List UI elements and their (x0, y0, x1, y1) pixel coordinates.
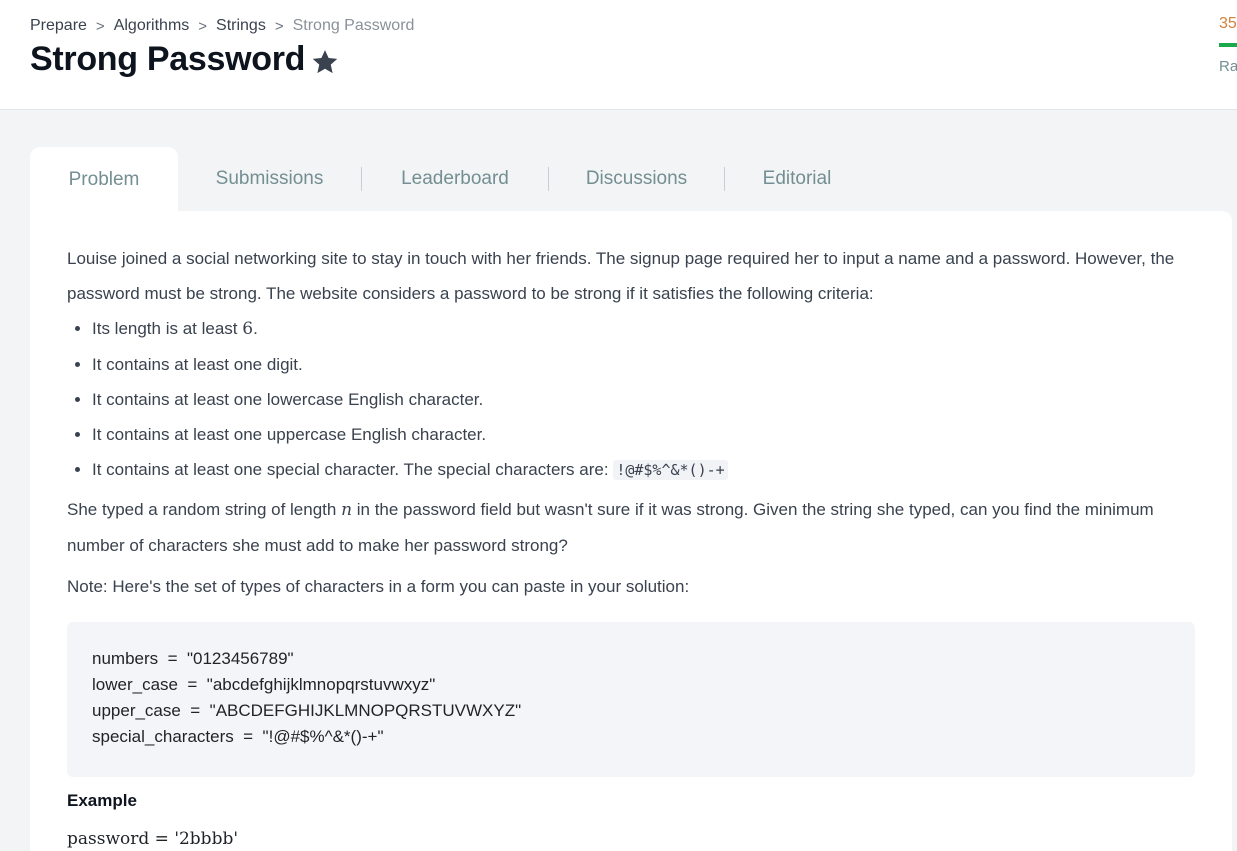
problem-card: Louise joined a social networking site t… (30, 211, 1232, 851)
tab-problem[interactable]: Problem (30, 147, 178, 211)
criteria-item: It contains at least one digit. (92, 347, 1197, 382)
tab-leaderboard[interactable]: Leaderboard (362, 147, 548, 211)
code-line: special_characters = "!@#$%^&*()-+" (92, 727, 384, 746)
min-length-value: 6 (242, 319, 254, 339)
breadcrumb-separator: > (95, 17, 105, 35)
score-label: Ra (1219, 58, 1237, 75)
special-chars-code: !@#$%^&*()-+ (613, 460, 728, 480)
criteria-list: Its length is at least 6. It contains at… (67, 311, 1197, 488)
problem-tabs: Problem Submissions Leaderboard Discussi… (30, 147, 869, 211)
example-heading: Example (67, 791, 137, 810)
criteria-text: . (253, 319, 258, 338)
note-paragraph: Note: Here's the set of types of charact… (67, 577, 690, 596)
criteria-item: Its length is at least 6. (92, 311, 1197, 347)
breadcrumb-separator: > (198, 17, 208, 35)
variable-n: n (341, 500, 353, 520)
criteria-text: It contains at least one special charact… (92, 460, 614, 479)
score-progress-bar (1219, 43, 1237, 47)
code-block[interactable]: numbers = "0123456789" lower_case = "abc… (67, 622, 1195, 777)
breadcrumb-algorithms[interactable]: Algorithms (114, 17, 190, 35)
breadcrumb-separator: > (274, 17, 284, 35)
code-line: lower_case = "abcdefghijklmnopqrstuvwxyz… (92, 675, 436, 694)
code-line: numbers = "0123456789" (92, 649, 294, 668)
header: Prepare > Algorithms > Strings > Strong … (0, 0, 1237, 110)
criteria-item: It contains at least one uppercase Engli… (92, 417, 1197, 452)
criteria-item: It contains at least one special charact… (92, 452, 1197, 488)
example-line: password = '2bbbb' (67, 829, 239, 849)
paragraph-text: She typed a random string of length (67, 500, 342, 519)
breadcrumb-prepare[interactable]: Prepare (30, 17, 87, 35)
length-paragraph: She typed a random string of length n in… (67, 492, 1197, 563)
criteria-item: It contains at least one lowercase Engli… (92, 382, 1197, 417)
code-line: upper_case = "ABCDEFGHIJKLMNOPQRSTUVWXYZ… (92, 701, 522, 720)
problem-statement: Louise joined a social networking site t… (67, 241, 1197, 849)
tab-editorial[interactable]: Editorial (725, 147, 869, 211)
breadcrumb-strings[interactable]: Strings (216, 17, 266, 35)
tab-discussions[interactable]: Discussions (549, 147, 724, 211)
score-value: 35 (1219, 15, 1237, 32)
breadcrumb: Prepare > Algorithms > Strings > Strong … (30, 17, 414, 35)
tab-submissions[interactable]: Submissions (178, 147, 361, 211)
criteria-text: Its length is at least (92, 319, 243, 338)
breadcrumb-current: Strong Password (292, 17, 415, 34)
page-title: Strong Password (30, 40, 306, 78)
star-icon[interactable] (310, 47, 340, 77)
intro-paragraph: Louise joined a social networking site t… (67, 249, 1175, 303)
